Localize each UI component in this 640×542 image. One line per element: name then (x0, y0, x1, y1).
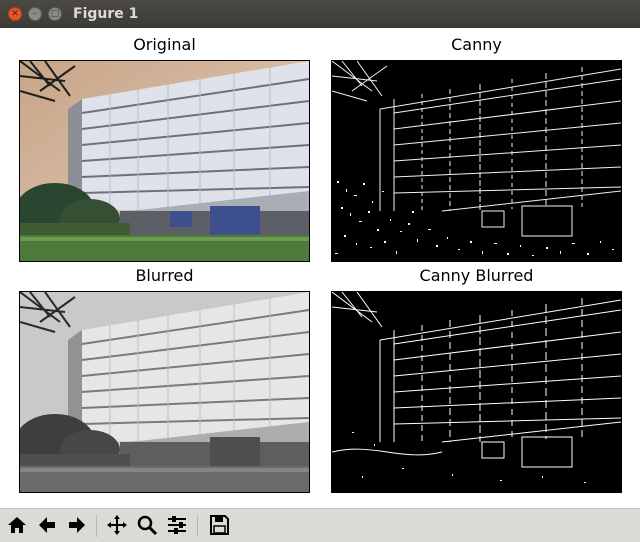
subplot-canny: Canny (331, 35, 622, 262)
subplot-title: Canny (451, 35, 502, 54)
image-canny-blurred[interactable] (331, 291, 622, 493)
image-original[interactable] (19, 60, 310, 262)
toolbar-separator (96, 515, 97, 537)
subplot-canny-blurred: Canny Blurred (331, 266, 622, 493)
window-maximize-button[interactable]: □ (48, 7, 62, 21)
back-button[interactable] (34, 512, 60, 538)
window-minimize-button[interactable]: – (28, 7, 42, 21)
home-button[interactable] (4, 512, 30, 538)
home-icon (8, 517, 26, 533)
subplot-blurred: Blurred (19, 266, 310, 493)
window-title: Figure 1 (73, 6, 139, 22)
maximize-icon: □ (50, 8, 60, 19)
save-icon (210, 515, 229, 535)
configure-subplots-button[interactable] (164, 512, 190, 538)
pan-button[interactable] (104, 512, 130, 538)
subplot-title: Original (133, 35, 196, 54)
subplot-original: Original (19, 35, 310, 262)
back-arrow-icon (39, 517, 55, 533)
subplot-title: Blurred (135, 266, 194, 285)
window-close-button[interactable]: ✕ (8, 7, 22, 21)
minimize-icon: – (32, 8, 38, 19)
zoom-button[interactable] (134, 512, 160, 538)
subplot-title: Canny Blurred (419, 266, 534, 285)
configure-subplots-icon (168, 516, 186, 534)
toolbar-separator (197, 515, 198, 537)
window-titlebar: ✕ – □ Figure 1 (0, 0, 640, 28)
forward-arrow-icon (69, 517, 85, 533)
figure-canvas[interactable]: Original Canny Blurred Canny Blurred (0, 28, 640, 508)
close-icon: ✕ (11, 8, 19, 19)
image-blurred[interactable] (19, 291, 310, 493)
pan-icon (107, 515, 127, 535)
save-button[interactable] (206, 512, 232, 538)
zoom-icon (137, 515, 158, 536)
forward-button[interactable] (64, 512, 90, 538)
image-canny[interactable] (331, 60, 622, 262)
navigation-toolbar (0, 508, 640, 542)
